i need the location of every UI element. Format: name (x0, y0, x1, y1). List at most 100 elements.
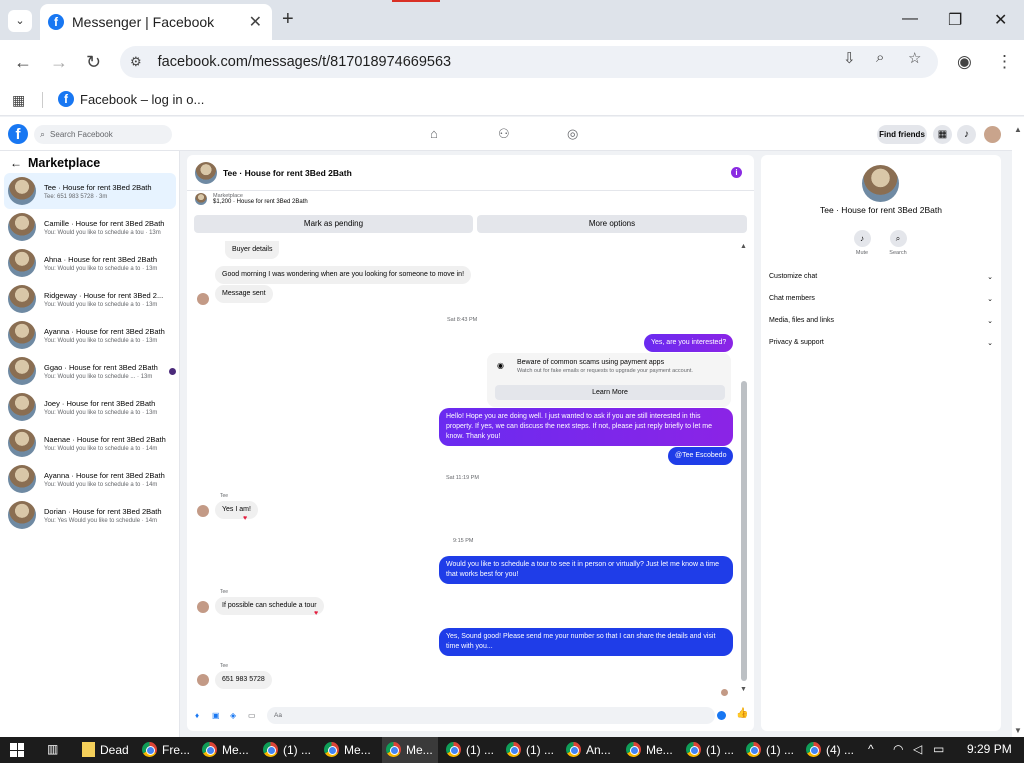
minimize-button[interactable]: — (902, 10, 918, 28)
learn-more-button[interactable]: Learn More (495, 385, 725, 400)
home-icon[interactable]: ⌂ (430, 126, 438, 141)
conversation-item[interactable]: Camille · House for rent 3Bed 2Bath You: … (4, 209, 176, 245)
chat-members-row[interactable]: Chat members ⌄ (769, 295, 993, 303)
battery-icon[interactable]: ▭ (933, 742, 944, 756)
taskbar-item[interactable]: (1) ... (506, 742, 554, 757)
taskbar-item[interactable]: Me... (324, 742, 371, 757)
facebook-logo-icon[interactable]: f (8, 124, 28, 144)
taskbar-item[interactable]: Dead (82, 742, 129, 757)
mark-pending-button[interactable]: Mark as pending (194, 215, 473, 233)
taskbar-item[interactable]: Me... (386, 742, 433, 757)
conversation-item[interactable]: Ayanna · House for rent 3Bed 2Bath You: W… (4, 461, 176, 497)
photo-icon[interactable]: ▣ (212, 711, 220, 720)
bookmark-star-icon[interactable]: ☆ (908, 49, 921, 67)
buyer-details-button[interactable]: Buyer details (225, 241, 280, 259)
heart-reaction-icon[interactable]: ♥ (243, 515, 247, 522)
conversation-item[interactable]: Joey · House for rent 3Bed 2Bath You: Wou… (4, 389, 176, 425)
taskbar-item[interactable]: (4) ... (806, 742, 854, 757)
privacy-support-row[interactable]: Privacy & support ⌄ (769, 339, 993, 347)
profile-icon[interactable]: ◉ (957, 52, 972, 72)
listing-banner[interactable]: Marketplace $1,200 · House for rent 3Bed… (195, 193, 308, 205)
chevron-down-icon: ⌄ (987, 318, 993, 325)
conversation-item[interactable]: Ayanna · House for rent 3Bed 2Bath You: W… (4, 317, 176, 353)
thread-scrollbar[interactable]: ▲ ▼ (739, 243, 749, 693)
tray-chevron-icon[interactable]: ^ (868, 742, 874, 756)
windows-start-icon[interactable] (10, 743, 24, 757)
scroll-down-arrow-icon[interactable]: ▼ (1014, 726, 1022, 735)
page-scrollbar[interactable]: ▲ ▼ (1012, 117, 1024, 737)
conversation-snippet: Tee: 651 983 5728 · 3m (44, 193, 108, 200)
bookmark-facebook[interactable]: f Facebook – log in o... (58, 91, 204, 107)
clock[interactable]: 9:29 PM (967, 742, 1012, 756)
like-icon[interactable]: 👍 (736, 708, 748, 719)
gif-icon[interactable]: ▭ (248, 711, 256, 720)
back-arrow-icon[interactable]: ← (10, 156, 22, 170)
taskbar-item[interactable]: An... (566, 742, 611, 757)
url-text[interactable]: facebook.com/messages/t/817018974669563 (158, 54, 451, 70)
zoom-icon[interactable]: ⌕ (876, 49, 884, 66)
task-view-icon[interactable]: ▥ (47, 742, 58, 756)
more-options-button[interactable]: More options (477, 215, 747, 233)
scroll-thumb[interactable] (741, 381, 747, 681)
info-title: Tee · House for rent 3Bed 2Bath (820, 205, 942, 215)
install-app-icon[interactable]: ⇩ (843, 49, 856, 67)
conversation-item[interactable]: Ridgeway · House for rent 3Bed 2... You: … (4, 281, 176, 317)
search-conversation-button[interactable]: ⌕ Search (883, 230, 913, 256)
conversation-item[interactable]: Ggao · House for rent 3Bed 2Bath You: Wou… (4, 353, 176, 389)
find-friends-button[interactable]: Find friends (877, 125, 927, 144)
tab-close-icon[interactable]: ✕ (249, 12, 262, 32)
conversation-snippet: You: Would you like to schedule a tou · … (44, 229, 161, 236)
forward-button[interactable]: → (50, 52, 68, 73)
maximize-button[interactable]: ❐ (948, 10, 962, 30)
account-avatar[interactable] (983, 125, 1002, 144)
listing-thumbnail[interactable] (195, 161, 217, 184)
conversation-item[interactable]: Tee · House for rent 3Bed 2Bath Tee: 651 … (4, 173, 176, 209)
customize-chat-row[interactable]: Customize chat ⌄ (769, 273, 993, 281)
taskbar-item[interactable]: (1) ... (263, 742, 311, 757)
conversation-snippet: You: Yes Would you like to schedule · 14… (44, 517, 158, 524)
taskbar-item[interactable]: Me... (626, 742, 673, 757)
scroll-up-arrow-icon[interactable]: ▲ (740, 243, 747, 250)
groups-icon[interactable]: ◎ (567, 126, 578, 142)
tab-search-button[interactable]: ⌄ (8, 10, 32, 32)
reload-button[interactable]: ↻ (86, 52, 101, 73)
notifications-bell-icon[interactable]: ♪ (957, 125, 976, 144)
taskbar-item[interactable]: (1) ... (686, 742, 734, 757)
facebook-search-input[interactable]: ⌕ Search Facebook (34, 125, 172, 144)
omnibox[interactable]: ⚙ facebook.com/messages/t/81701897466956… (120, 46, 938, 78)
scroll-down-arrow-icon[interactable]: ▼ (740, 686, 747, 693)
conversation-item[interactable]: Dorian · House for rent 3Bed 2Bath You: Y… (4, 497, 176, 533)
emoji-icon[interactable] (717, 711, 726, 720)
taskbar-item[interactable]: (1) ... (746, 742, 794, 757)
taskbar-item[interactable]: Fre... (142, 742, 190, 757)
volume-icon[interactable]: ◁ (913, 742, 922, 756)
chrome-icon (566, 742, 581, 757)
heart-reaction-icon[interactable]: ♥ (314, 610, 318, 617)
taskbar-item[interactable]: Me... (202, 742, 249, 757)
chat-title[interactable]: Tee · House for rent 3Bed 2Bath (223, 168, 352, 178)
back-button[interactable]: ← (14, 52, 32, 73)
conversation-item[interactable]: Ahna · House for rent 3Bed 2Bath You: Wou… (4, 245, 176, 281)
sticker-icon[interactable]: ◈ (230, 711, 236, 720)
apps-grid-icon[interactable]: ▦ (12, 92, 25, 109)
friends-icon[interactable]: ⚇ (498, 126, 510, 142)
menu-grid-icon[interactable]: ▦ (933, 125, 952, 144)
marketplace-header[interactable]: ← Marketplace (10, 156, 100, 170)
scam-warning-card: ◉ Beware of common scams using payment a… (487, 353, 731, 407)
close-window-button[interactable]: ✕ (994, 10, 1007, 30)
listing-thumbnail (8, 177, 36, 205)
info-icon[interactable]: i (731, 167, 742, 178)
message-incoming: 651 983 5728 (215, 671, 272, 689)
message-input[interactable]: Aa (267, 707, 715, 724)
menu-kebab-icon[interactable]: ⋮ (996, 52, 1013, 72)
media-files-row[interactable]: Media, files and links ⌄ (769, 317, 993, 325)
taskbar-item[interactable]: (1) ... (446, 742, 494, 757)
browser-tab[interactable]: f Messenger | Facebook ✕ (40, 4, 272, 40)
site-info-icon[interactable]: ⚙ (130, 54, 142, 70)
scroll-up-arrow-icon[interactable]: ▲ (1014, 125, 1022, 134)
new-tab-button[interactable]: + (282, 8, 294, 31)
wifi-icon[interactable]: ◠ (893, 742, 903, 756)
conversation-item[interactable]: Naenae · House for rent 3Bed 2Bath You: W… (4, 425, 176, 461)
microphone-icon[interactable]: ♦ (195, 711, 199, 720)
mute-button[interactable]: ♪ Mute (847, 230, 877, 256)
